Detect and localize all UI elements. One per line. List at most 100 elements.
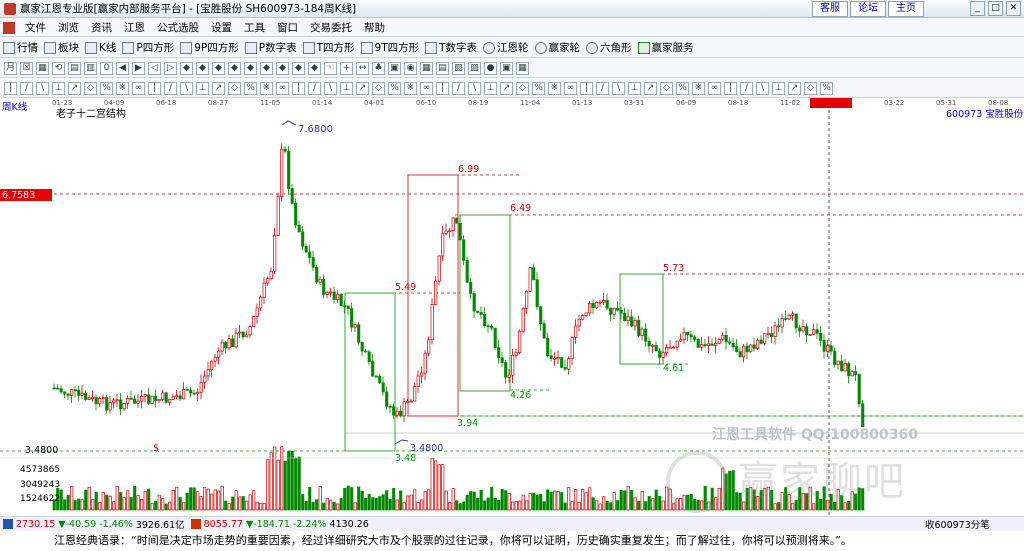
draw-tool-icon[interactable]: ◇ <box>84 81 97 95</box>
menu-news[interactable]: 资讯 <box>85 20 118 35</box>
draw-tool-icon[interactable]: ∞ <box>708 81 721 95</box>
menu-help[interactable]: 帮助 <box>358 20 391 35</box>
menu-formula[interactable]: 公式选股 <box>151 20 205 35</box>
draw-tool-icon[interactable]: ∞ <box>276 81 289 95</box>
draw-tool-icon[interactable]: ∞ <box>564 81 577 95</box>
tool-icon[interactable]: ◆ <box>212 61 225 75</box>
tool-icon[interactable]: ☒ <box>20 61 33 75</box>
draw-tool-icon[interactable]: ⊥ <box>628 81 641 95</box>
menu-gann[interactable]: 江恩 <box>118 20 151 35</box>
draw-tool-icon[interactable]: / <box>596 81 609 95</box>
menu-tools[interactable]: 工具 <box>238 20 271 35</box>
tool-icon[interactable]: ◆ <box>228 61 241 75</box>
kline-chart[interactable]: 01-23 04-09 06-18 08-27 11-05 01-14 04-01 06-10… <box>0 98 1024 516</box>
tool-icon[interactable]: ◆ <box>292 61 305 75</box>
draw-tool-icon[interactable]: ∞ <box>420 81 433 95</box>
status-right[interactable]: 收600973分笔 <box>925 517 990 531</box>
draw-tool-icon[interactable]: ※ <box>692 81 705 95</box>
tool-icon[interactable]: ▣ <box>500 61 513 75</box>
draw-tool-icon[interactable]: % <box>532 81 545 95</box>
draw-tool-icon[interactable]: \ <box>324 81 337 95</box>
draw-tool-icon[interactable]: \ <box>756 81 769 95</box>
draw-tool-icon[interactable]: ↗ <box>644 81 657 95</box>
draw-tool-icon[interactable]: ※ <box>548 81 561 95</box>
draw-tool-icon[interactable]: \ <box>180 81 193 95</box>
draw-tool-icon[interactable]: | <box>724 81 737 95</box>
draw-tool-icon[interactable]: | <box>436 81 449 95</box>
draw-tool-icon[interactable]: ◇ <box>804 81 817 95</box>
draw-tool-icon[interactable]: \ <box>612 81 625 95</box>
draw-tool-icon[interactable]: ⊥ <box>340 81 353 95</box>
draw-tool-icon[interactable]: ※ <box>404 81 417 95</box>
draw-tool-icon[interactable]: % <box>676 81 689 95</box>
menu-settings[interactable]: 设置 <box>205 20 238 35</box>
draw-tool-icon[interactable]: / <box>20 81 33 95</box>
draw-tool-icon[interactable]: ⊥ <box>52 81 65 95</box>
tool-icon[interactable]: ▤ <box>436 61 449 75</box>
minimize-button[interactable]: _ <box>970 1 985 16</box>
tool-icon[interactable]: 0 <box>100 61 113 75</box>
tool-gann-wheel[interactable]: 江恩轮 <box>483 40 529 55</box>
draw-tool-icon[interactable]: % <box>244 81 257 95</box>
tool-icon[interactable]: ▤ <box>68 61 81 75</box>
tool-icon[interactable]: ◀ <box>116 61 129 75</box>
draw-tool-icon[interactable]: ↗ <box>356 81 369 95</box>
draw-tool-icon[interactable]: \ <box>36 81 49 95</box>
tool-p-square[interactable]: P四方形 <box>122 40 174 55</box>
tool-icon[interactable]: ▦ <box>420 61 433 75</box>
menu-file[interactable]: 文件 <box>19 20 52 35</box>
draw-tool-icon[interactable]: ↗ <box>500 81 513 95</box>
draw-tool-icon[interactable]: ◇ <box>516 81 529 95</box>
draw-tool-icon[interactable]: ◇ <box>660 81 673 95</box>
tool-icon[interactable]: ▷ <box>164 61 177 75</box>
draw-tool-icon[interactable]: / <box>740 81 753 95</box>
tool-icon[interactable]: + <box>340 61 353 75</box>
tool-icon[interactable]: ▦ <box>516 61 529 75</box>
tool-icon[interactable]: 月 <box>4 61 17 75</box>
home-link[interactable]: 主页 <box>888 1 924 17</box>
tool-9t-square[interactable]: 9T四方形 <box>360 40 419 55</box>
draw-tool-icon[interactable]: ※ <box>116 81 129 95</box>
tool-kline[interactable]: K线 <box>85 40 116 55</box>
tool-t-square[interactable]: T四方形 <box>302 40 355 55</box>
draw-tool-icon[interactable]: | <box>580 81 593 95</box>
tool-icon[interactable]: ♣ <box>372 61 385 75</box>
draw-tool-icon[interactable]: ※ <box>260 81 273 95</box>
menu-trade[interactable]: 交易委托 <box>304 20 358 35</box>
tool-service[interactable]: 赢家服务 <box>637 40 694 55</box>
draw-tool-icon[interactable]: % <box>388 81 401 95</box>
tool-t-table[interactable]: T数字表 <box>425 40 477 55</box>
tool-icon[interactable]: ◆ <box>260 61 273 75</box>
maximize-button[interactable]: □ <box>988 1 1003 16</box>
tool-icon[interactable]: ▣ <box>388 61 401 75</box>
draw-tool-icon[interactable]: ↗ <box>68 81 81 95</box>
tool-icon[interactable]: ▧ <box>468 61 481 75</box>
draw-tool-icon[interactable]: ↗ <box>788 81 801 95</box>
draw-tool-icon[interactable]: | <box>148 81 161 95</box>
tool-icon[interactable]: ◆ <box>180 61 193 75</box>
tool-icon[interactable]: ◆ <box>244 61 257 75</box>
tool-icon[interactable]: ▶ <box>132 61 145 75</box>
draw-tool-icon[interactable]: ⊥ <box>772 81 785 95</box>
draw-tool-icon[interactable]: % <box>820 81 833 95</box>
draw-tool-icon[interactable]: \ <box>468 81 481 95</box>
draw-tool-icon[interactable]: ⊥ <box>484 81 497 95</box>
service-link[interactable]: 客服 <box>812 1 848 17</box>
tool-winner-wheel[interactable]: 赢家轮 <box>534 40 580 55</box>
tool-icon[interactable]: ▥ <box>84 61 97 75</box>
menu-browse[interactable]: 浏览 <box>52 20 85 35</box>
draw-tool-icon[interactable]: ↗ <box>212 81 225 95</box>
tool-icon[interactable]: ⟲ <box>52 61 65 75</box>
draw-tool-icon[interactable]: / <box>308 81 321 95</box>
draw-tool-icon[interactable]: | <box>292 81 305 95</box>
tool-icon[interactable]: ▨ <box>452 61 465 75</box>
tool-icon[interactable]: ↔ <box>356 61 369 75</box>
tool-hexagon[interactable]: 六角形 <box>586 40 632 55</box>
draw-tool-icon[interactable]: / <box>452 81 465 95</box>
tool-icon[interactable]: ● <box>484 61 497 75</box>
draw-tool-icon[interactable]: % <box>100 81 113 95</box>
tool-icon[interactable]: ☜ <box>324 61 337 75</box>
tool-icon[interactable]: ◆ <box>308 61 321 75</box>
tool-sector[interactable]: 板块 <box>44 40 79 55</box>
draw-tool-icon[interactable]: ◇ <box>228 81 241 95</box>
